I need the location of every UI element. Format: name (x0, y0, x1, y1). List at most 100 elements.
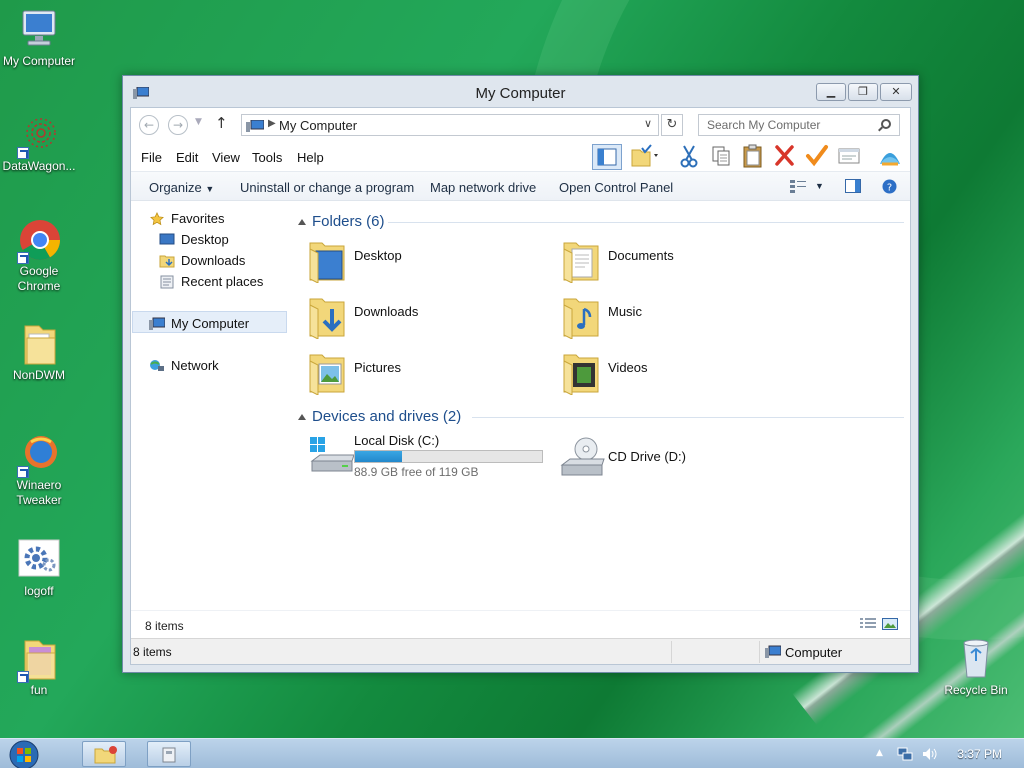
svg-text:?: ? (887, 183, 892, 194)
explorer-window: My Computer ▁ ❐ ✕ ← → ▼ ↑ ▶ My Computer … (122, 75, 919, 673)
gear-icon (17, 538, 61, 582)
desktop-icon-label: logoff (24, 584, 54, 598)
folder-videos[interactable]: Videos (550, 345, 790, 397)
arrow-right-icon: → (172, 118, 184, 132)
folder-options-icon[interactable] (628, 144, 658, 170)
downloads-folder-icon (159, 255, 175, 268)
refresh-button[interactable]: ↻ (661, 114, 683, 136)
folder-pictures[interactable]: Pictures (296, 345, 536, 397)
minimize-icon: ▁ (826, 85, 836, 98)
taskbar-window-button[interactable] (147, 741, 191, 767)
view-dropdown-icon[interactable]: ▼ (815, 181, 824, 191)
restore-button[interactable]: ❐ (848, 83, 878, 101)
folder-desktop[interactable]: Desktop (296, 233, 536, 285)
taskbar-explorer-button[interactable] (82, 741, 126, 767)
paste-icon[interactable] (740, 144, 770, 170)
show-hidden-icons-button[interactable]: ▲ (876, 748, 892, 764)
drive-local-disk-c[interactable]: Local Disk (C:) 88.9 GB free of 119 GB (296, 433, 556, 483)
desktop-icon-label: Recycle Bin (944, 683, 1008, 697)
folders-group-title: Folders (6) (312, 213, 385, 230)
collapse-triangle-icon[interactable] (298, 219, 306, 225)
folders-group-header[interactable]: Folders (6) (296, 213, 904, 233)
preview-pane-button[interactable] (845, 179, 861, 196)
close-button[interactable]: ✕ (880, 83, 912, 101)
restore-icon: ❐ (858, 85, 868, 98)
delete-icon[interactable] (772, 144, 802, 170)
view-options-icon (790, 180, 806, 193)
folder-label: Music (608, 304, 642, 319)
internet-icon[interactable] (876, 144, 906, 170)
large-icons-view-icon (882, 618, 898, 630)
nav-network-label: Network (171, 358, 219, 373)
folder-label: Pictures (354, 360, 401, 375)
nav-my-computer-label: My Computer (171, 316, 250, 331)
devices-group-header[interactable]: Devices and drives (2) (296, 408, 904, 428)
star-icon (150, 212, 164, 226)
desktop-icon-fun[interactable]: fun (0, 637, 81, 698)
breadcrumb-chevron-icon[interactable]: ▶ (268, 118, 276, 129)
pane-icon (845, 179, 861, 193)
cut-icon[interactable] (676, 144, 706, 170)
large-icons-view-button[interactable] (882, 618, 898, 633)
desktop-icon-my-computer[interactable]: My Computer (0, 8, 81, 69)
devices-group-title: Devices and drives (2) (312, 408, 462, 425)
menu-edit[interactable]: Edit (176, 150, 198, 165)
network-tray-icon[interactable] (897, 746, 913, 762)
folder-icon (94, 746, 117, 764)
forward-button[interactable]: → (168, 115, 188, 135)
search-icon[interactable] (881, 119, 891, 129)
menu-tools[interactable]: Tools (252, 150, 282, 165)
search-input[interactable] (699, 115, 877, 135)
drive-cd-drive-d[interactable]: CD Drive (D:) (550, 433, 750, 483)
preview-pane-toggle-icon[interactable] (592, 144, 622, 170)
details-view-button[interactable] (860, 618, 876, 633)
folder-music[interactable]: Music (550, 289, 790, 341)
desktop-icon-logoff[interactable]: logoff (0, 538, 81, 599)
checkmark-icon[interactable] (804, 144, 834, 170)
address-bar[interactable]: ▶ My Computer ∨ (241, 114, 659, 136)
organize-button[interactable]: Organize ▼ (149, 180, 214, 195)
minimize-button[interactable]: ▁ (816, 83, 846, 101)
navigation-pane: Favorites Desktop Downloads Recent place… (131, 201, 290, 609)
desktop-icon-label: DataWagon... (2, 159, 76, 173)
group-divider (388, 222, 904, 223)
properties-icon[interactable] (836, 144, 866, 170)
menu-file[interactable]: File (141, 150, 162, 165)
arrow-left-icon: ← (143, 118, 155, 132)
up-button[interactable]: ↑ (215, 114, 228, 132)
collapse-triangle-icon[interactable] (298, 414, 306, 420)
nav-favorites-label: Favorites (171, 211, 225, 226)
menu-view[interactable]: View (212, 150, 240, 165)
folder-documents[interactable]: Documents (550, 233, 790, 285)
content-pane: Folders (6) Desktop Documents Downloads … (296, 201, 910, 609)
folder-label: Downloads (354, 304, 419, 319)
desktop-icon-recycle-bin[interactable]: Recycle Bin (934, 637, 1018, 698)
cd-drive-icon (560, 437, 605, 476)
folder-downloads[interactable]: Downloads (296, 289, 536, 341)
documents-folder-icon (563, 242, 599, 283)
desktop-icon-datawagon[interactable]: DataWagon... (0, 113, 81, 174)
title-bar[interactable]: My Computer ▁ ❐ ✕ (123, 76, 918, 108)
volume-icon[interactable] (921, 746, 937, 762)
map-network-drive-button[interactable]: Map network drive (430, 180, 536, 195)
back-button[interactable]: ← (139, 115, 159, 135)
menu-help[interactable]: Help (297, 150, 324, 165)
desktop-icon-nondwm[interactable]: NonDWM (0, 322, 81, 383)
change-view-button[interactable] (790, 179, 806, 196)
copy-icon[interactable] (708, 144, 738, 170)
help-button[interactable]: ? (882, 179, 897, 197)
taskbar-clock[interactable]: 3:37 PM (957, 747, 1002, 761)
start-button[interactable] (6, 740, 44, 768)
downloads-folder-icon (309, 298, 345, 339)
open-control-panel-button[interactable]: Open Control Panel (559, 180, 673, 195)
desktop-icon-google-chrome[interactable]: Google Chrome (0, 218, 81, 294)
hard-drive-icon (310, 437, 355, 472)
address-dropdown-icon[interactable]: ∨ (644, 117, 652, 130)
status-item-count: 8 items (133, 645, 172, 659)
breadcrumb-my-computer[interactable]: My Computer (279, 118, 357, 133)
uninstall-program-button[interactable]: Uninstall or change a program (240, 180, 414, 195)
recent-locations-dropdown[interactable]: ▼ (195, 117, 202, 127)
desktop-icon-winaero-tweaker[interactable]: Winaero Tweaker (0, 432, 81, 508)
close-icon: ✕ (891, 85, 901, 98)
window-icon (162, 747, 176, 763)
